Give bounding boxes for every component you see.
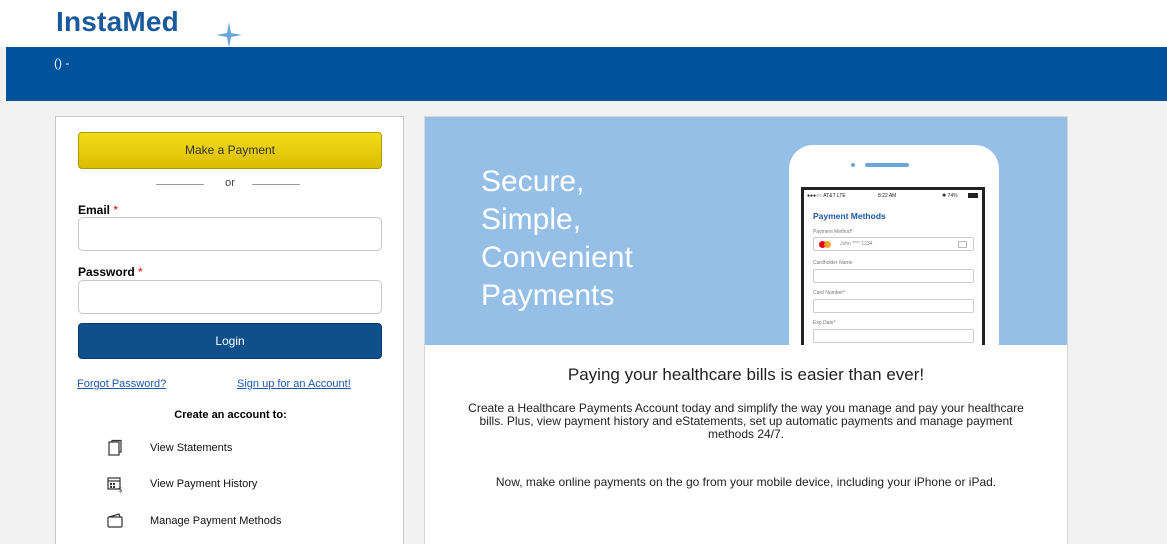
payment-history-icon: $ <box>107 477 122 493</box>
phone-label: Card Number* <box>813 290 845 296</box>
logo-text: InstaMed <box>56 6 179 37</box>
promo-hero: Secure, Simple, Convenient Payments ●●●○… <box>425 117 1067 345</box>
promo-tagline: Paying your healthcare bills is easier t… <box>567 365 925 384</box>
benefit-label: View Statements <box>150 442 233 454</box>
phone-label: Exp Date* <box>813 320 836 326</box>
phone-status-bar: ●●●○○ AT&T LTE 8:22 AM ✱ 74% <box>804 190 982 202</box>
promo-panel: Secure, Simple, Convenient Payments ●●●○… <box>424 116 1068 544</box>
email-label-text: Email <box>78 203 111 217</box>
phone-speaker <box>865 163 909 167</box>
login-button[interactable]: Login <box>78 323 382 359</box>
wallet-icon <box>107 513 123 528</box>
instamed-logo[interactable]: InstaMed <box>56 6 242 48</box>
card-text: John **** 1234 <box>840 241 873 247</box>
hero-line: Convenient <box>481 241 633 274</box>
phone-illustration: ●●●○○ AT&T LTE 8:22 AM ✱ 74% Payment Met… <box>789 145 999 345</box>
or-divider: or <box>78 176 382 192</box>
required-marker: * <box>113 203 119 217</box>
login-panel: Make a Payment or Email * Password * Log… <box>55 116 404 544</box>
phone-field <box>813 269 974 283</box>
hero-title: Secure, Simple, Convenient Payments <box>481 163 633 315</box>
time-text: 8:22 AM <box>878 193 897 199</box>
or-text: or <box>225 177 235 189</box>
svg-text:$: $ <box>118 486 122 493</box>
phone-field <box>813 299 974 313</box>
promo-description: Create a Healthcare Payments Account tod… <box>468 401 1024 441</box>
required-marker: * <box>138 265 143 279</box>
make-payment-button[interactable]: Make a Payment <box>78 132 382 169</box>
promo-description: Now, make online payments on the go from… <box>495 475 997 489</box>
signup-link[interactable]: Sign up for an Account! <box>237 378 351 390</box>
battery-icon <box>968 193 978 198</box>
carrier-text: ●●●○○ AT&T LTE <box>807 193 846 199</box>
hero-line: Secure, <box>481 165 585 198</box>
benefit-label: Manage Payment Methods <box>150 515 282 527</box>
statements-icon <box>108 439 122 456</box>
top-header: InstaMed <box>0 0 1167 48</box>
forgot-password-link[interactable]: Forgot Password? <box>77 378 166 390</box>
card-icon <box>958 241 967 248</box>
password-label: Password * <box>78 265 143 279</box>
account-bar-text: () - <box>54 56 70 70</box>
email-field[interactable] <box>78 217 382 251</box>
password-label-text: Password <box>78 265 135 279</box>
hero-line: Simple, <box>481 203 582 236</box>
phone-label: Payment Method* <box>813 229 853 235</box>
create-account-title: Create an account to: <box>174 409 287 421</box>
phone-label: Cardholder Name <box>813 260 853 266</box>
mastercard-icon <box>819 241 833 248</box>
battery-text: ✱ 74% <box>942 193 958 199</box>
account-bar: () - <box>6 47 1167 101</box>
phone-field <box>813 329 974 343</box>
logo-star-icon <box>216 22 242 48</box>
phone-payment-method-box: John **** 1234 <box>813 237 974 251</box>
phone-sensor <box>851 163 855 167</box>
email-label: Email * <box>78 203 118 217</box>
benefit-label: View Payment History <box>150 478 258 490</box>
phone-screen: ●●●○○ AT&T LTE 8:22 AM ✱ 74% Payment Met… <box>801 187 985 345</box>
hero-line: Payments <box>481 279 615 312</box>
password-field[interactable] <box>78 280 382 314</box>
phone-title: Payment Methods <box>813 211 886 221</box>
